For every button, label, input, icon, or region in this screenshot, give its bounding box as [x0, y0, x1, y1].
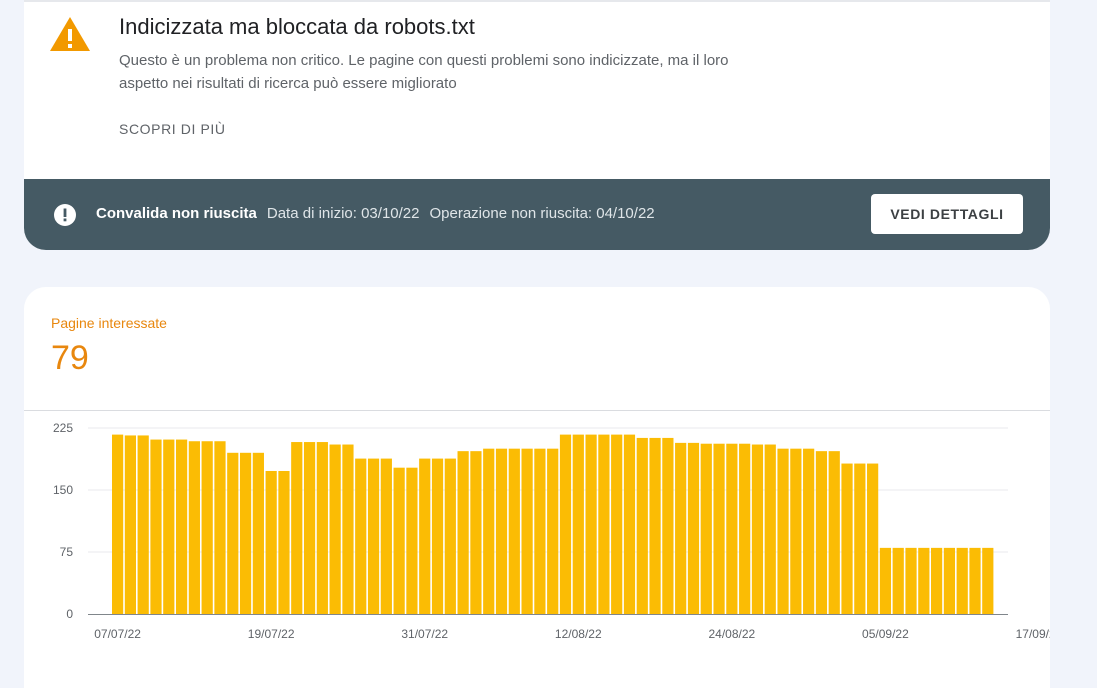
top-divider — [24, 0, 1050, 2]
bar — [572, 434, 584, 614]
bar — [879, 547, 892, 614]
bar — [342, 444, 354, 614]
bar — [431, 458, 444, 614]
bar — [905, 547, 917, 614]
bar — [969, 547, 981, 614]
x-tick-label: 31/07/22 — [401, 627, 448, 641]
y-tick-label: 225 — [53, 421, 73, 435]
bar — [163, 439, 175, 614]
bar — [918, 547, 930, 614]
bar — [867, 463, 879, 614]
bar — [982, 547, 994, 614]
bar — [393, 467, 405, 614]
bar — [495, 448, 508, 614]
bar — [931, 547, 943, 614]
bar — [585, 434, 597, 614]
affected-pages-bar-chart: 0 75 150 225 07/07/22 19/07/22 31/07/22 12/08/2… — [53, 421, 1050, 641]
bar — [419, 458, 431, 614]
bar — [726, 443, 738, 614]
bar — [201, 441, 213, 614]
x-tick-label: 05/09/22 — [862, 627, 909, 641]
x-tick-label: 24/08/22 — [709, 627, 756, 641]
bar — [278, 470, 290, 614]
bar — [227, 452, 239, 614]
x-tick-label: 19/07/22 — [248, 627, 295, 641]
bar — [803, 448, 815, 614]
bar — [457, 451, 469, 614]
x-tick-label: 12/08/22 — [555, 627, 602, 641]
issue-card: Indicizzata ma bloccata da robots.txt Qu… — [24, 0, 1050, 250]
bar — [892, 547, 904, 614]
bar — [406, 467, 418, 614]
validation-start-date: Data di inizio: 03/10/22 — [266, 205, 420, 222]
bar — [188, 441, 200, 614]
y-tick-label: 150 — [53, 483, 73, 497]
validation-status-text: Convalida non riuscita Data di inizio: 03… — [96, 205, 655, 222]
bar — [687, 442, 700, 614]
bar — [470, 451, 482, 614]
y-tick-label: 0 — [66, 607, 73, 621]
bar — [316, 442, 328, 614]
validation-failed-date: Operazione non riuscita: 04/10/22 — [429, 205, 655, 222]
y-tick-label: 75 — [60, 545, 74, 559]
alert-circle-icon — [54, 204, 76, 226]
validation-status: Convalida non riuscita — [96, 205, 257, 222]
issue-description: Questo è un problema non critico. Le pag… — [119, 52, 729, 92]
bar — [265, 470, 277, 614]
bar — [214, 441, 226, 614]
bar — [790, 448, 802, 614]
bar — [508, 448, 520, 614]
bar — [252, 452, 264, 614]
bar — [611, 434, 623, 614]
bar — [636, 437, 648, 614]
bar — [483, 448, 495, 614]
bar — [675, 442, 687, 614]
bar — [239, 452, 252, 614]
bar — [943, 547, 956, 614]
bar — [815, 451, 828, 614]
x-tick-label: 07/07/22 — [94, 627, 141, 641]
issue-title: Indicizzata ma bloccata da robots.txt — [119, 14, 475, 39]
bar — [521, 448, 533, 614]
bar — [112, 434, 124, 614]
bar — [367, 458, 380, 614]
bar — [547, 448, 559, 614]
warning-triangle-icon — [50, 17, 90, 51]
bar — [444, 458, 456, 614]
bar — [828, 451, 840, 614]
bar — [329, 444, 341, 614]
learn-more-link[interactable]: SCOPRI DI PIÙ — [119, 121, 226, 137]
view-details-button[interactable]: VEDI DETTAGLI — [871, 194, 1023, 234]
bar — [150, 439, 162, 614]
bar — [380, 458, 392, 614]
x-tick-label: 17/09/22 — [1016, 627, 1050, 641]
bar — [764, 444, 776, 614]
bar — [956, 547, 968, 614]
chart-card: Pagine interessate 79 0 75 150 225 07/07/22 1… — [24, 287, 1050, 688]
bar — [700, 443, 712, 614]
bar — [303, 442, 316, 614]
validation-status-bar: Convalida non riuscita Data di inizio: 03… — [24, 179, 1050, 250]
bar — [534, 448, 546, 614]
bar — [124, 435, 136, 614]
bar — [751, 444, 764, 614]
bar — [649, 437, 661, 614]
bar — [841, 463, 853, 614]
bar — [662, 437, 674, 614]
metric-label: Pagine interessate — [51, 315, 167, 331]
bar — [175, 439, 188, 614]
metric-value: 79 — [51, 339, 89, 377]
bar — [777, 448, 789, 614]
bar — [291, 442, 303, 614]
bar — [854, 463, 866, 614]
bar — [623, 434, 636, 614]
bar — [137, 435, 149, 614]
bar — [598, 434, 610, 614]
bar — [355, 458, 367, 614]
bar — [713, 443, 725, 614]
bar — [559, 434, 572, 614]
bar — [739, 443, 751, 614]
